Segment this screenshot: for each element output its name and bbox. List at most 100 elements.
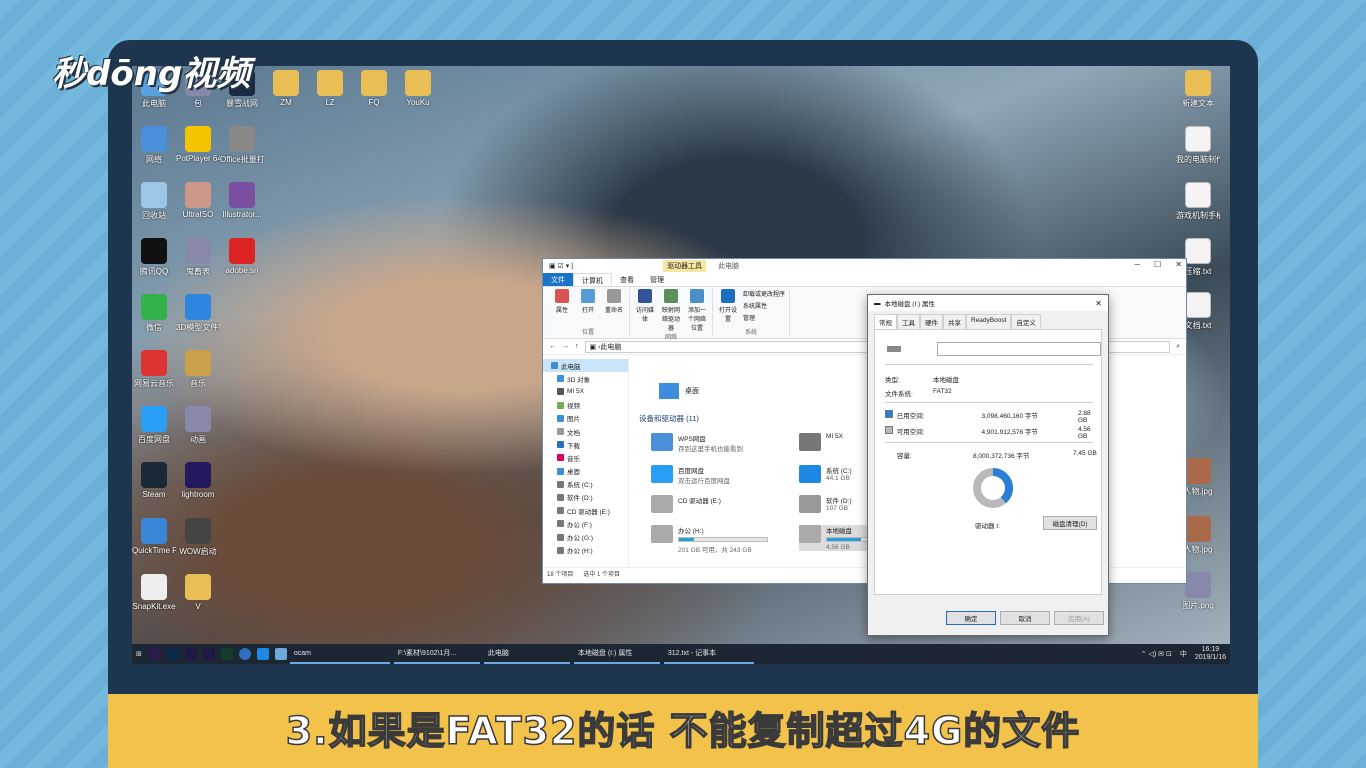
drive-item[interactable]: 软件 (D:) 107 GB <box>799 495 852 513</box>
start-button[interactable]: ⊞ <box>132 644 146 664</box>
taskbar-window-button[interactable]: 此电脑 <box>483 644 570 664</box>
desktop-icon-item[interactable]: UltraISO <box>176 182 220 219</box>
nav-item[interactable]: 办公 (H:) <box>543 544 628 557</box>
photoshop-icon[interactable] <box>166 648 179 660</box>
open-settings-button[interactable]: 打开设置 <box>717 289 739 323</box>
clock[interactable]: 16:19 2019/1/16 <box>1191 644 1230 664</box>
desktop-icon-item[interactable]: FQ <box>352 70 396 107</box>
system-properties-link[interactable]: 系统属性 <box>743 301 785 310</box>
desktop-icon-item[interactable]: 网易云音乐 <box>132 350 176 389</box>
desktop-icon-item[interactable]: 微信 <box>132 294 176 333</box>
desktop-icon-item[interactable]: lightroom <box>176 462 220 499</box>
browser-icon[interactable] <box>238 648 251 660</box>
ok-button[interactable]: 确定 <box>946 611 996 625</box>
properties-button[interactable]: 属性 <box>551 289 573 314</box>
desktop-icon-item[interactable]: 鬼畜表 <box>176 238 220 277</box>
input-language[interactable]: 中 <box>1176 644 1191 664</box>
desktop-icon-item[interactable]: QuickTime Player <box>132 518 176 555</box>
drive-item[interactable]: 办公 (H:) 201 GB 可用，共 243 GB <box>651 525 768 554</box>
desktop-icon-item[interactable]: adobe.sn <box>220 238 264 275</box>
nav-item[interactable]: 办公 (G:) <box>543 530 628 543</box>
open-button[interactable]: 打开 <box>577 289 599 314</box>
forward-icon[interactable]: → <box>562 343 569 350</box>
map-drive-button[interactable]: 映射网络驱动器 <box>660 289 682 332</box>
nav-item[interactable]: 系统 (C:) <box>543 478 628 491</box>
properties-tab[interactable]: 工具 <box>897 314 920 329</box>
nav-item[interactable]: CD 驱动器 (E:) <box>543 504 628 517</box>
after-effects-icon[interactable] <box>202 648 215 660</box>
nav-item[interactable]: 软件 (D:) <box>543 491 628 504</box>
tab-file[interactable]: 文件 <box>543 273 573 286</box>
tray-icons[interactable]: ⌃ ◁) ✉ ⊡ <box>1137 644 1176 664</box>
nav-item[interactable]: 视频 <box>543 399 628 412</box>
nav-item[interactable]: 3D 对象 <box>543 372 628 385</box>
properties-tab[interactable]: ReadyBoost <box>966 314 1012 329</box>
cancel-button[interactable]: 取消 <box>1000 611 1050 625</box>
quick-access-icons[interactable]: ▣ ☑ ▾ | <box>549 262 573 270</box>
properties-tab[interactable]: 自定义 <box>1011 314 1041 329</box>
desktop-icon-item[interactable]: 音乐 <box>176 350 220 389</box>
desktop-icon-item[interactable]: 3D模型文件转换器.exe <box>176 294 220 333</box>
drive-item[interactable]: CD 驱动器 (E:) <box>651 495 721 513</box>
tab-computer[interactable]: 计算机 <box>573 273 612 286</box>
properties-tab[interactable]: 硬件 <box>920 314 943 329</box>
nav-item[interactable]: 音乐 <box>543 451 628 464</box>
taskbar-window-button[interactable]: 312.txt - 记事本 <box>663 644 754 664</box>
app-icon[interactable] <box>274 648 287 660</box>
nav-item[interactable]: MI 5X <box>543 385 628 398</box>
drive-item[interactable]: WPS网盘 存到这里手机也能看到 <box>651 433 743 453</box>
properties-tab[interactable]: 常规 <box>874 314 897 329</box>
desktop-icon-item[interactable]: LZ <box>308 70 352 107</box>
back-icon[interactable]: ← <box>549 343 556 350</box>
desktop-icon-item[interactable]: Steam <box>132 462 176 499</box>
desktop-icon-item[interactable]: 百度网盘 <box>132 406 176 445</box>
edge-icon[interactable] <box>256 648 269 660</box>
nav-item[interactable]: 此电脑 <box>543 359 628 373</box>
disk-cleanup-button[interactable]: 磁盘清理(D) <box>1043 516 1097 530</box>
desktop-icon-item[interactable]: ZM <box>264 70 308 107</box>
nav-item[interactable]: 桌面 <box>543 465 628 478</box>
desktop-icon-item[interactable]: YouKu <box>396 70 440 107</box>
manage-link[interactable]: 管理 <box>743 313 785 322</box>
drive-item[interactable]: 百度网盘 双击运行百度网盘 <box>651 465 730 485</box>
up-icon[interactable]: ↑ <box>575 343 579 350</box>
desktop-icon-item[interactable]: SnapKit.exe <box>132 574 176 611</box>
maximize-button[interactable]: ☐ <box>1154 260 1161 269</box>
taskbar-window-button[interactable]: F:\素材\9102\1月... <box>393 644 480 664</box>
apply-button[interactable]: 应用(A) <box>1054 611 1104 625</box>
tab-manage[interactable]: 管理 <box>642 273 672 286</box>
desktop-icon-item[interactable]: 游戏机制手柄.txt <box>1176 182 1220 221</box>
minimize-button[interactable]: ─ <box>1134 260 1140 269</box>
taskbar-window-button[interactable]: 本地磁盘 (I:) 属性 <box>573 644 660 664</box>
desktop-icon-item[interactable]: 我的电脑制作更改值.txt <box>1176 126 1220 165</box>
search-icon[interactable]: ⌕ <box>1176 343 1180 351</box>
nav-item[interactable]: 办公 (F:) <box>543 517 628 530</box>
nav-item[interactable]: 文档 <box>543 425 628 438</box>
volume-name-input[interactable] <box>937 342 1101 356</box>
taskbar-window-button[interactable]: ocam <box>289 644 390 664</box>
audition-icon[interactable] <box>220 648 233 660</box>
desktop-icon-item[interactable]: WOW启动 <box>176 518 220 557</box>
properties-tab[interactable]: 共享 <box>943 314 966 329</box>
desktop-icon-item[interactable]: Office批量打印精灵.exe <box>220 126 264 165</box>
close-icon[interactable]: ✕ <box>1095 299 1102 308</box>
desktop-icon-item[interactable]: Illustrator... <box>220 182 264 219</box>
premiere-icon[interactable] <box>148 648 161 660</box>
desktop-icon-item[interactable]: 新建文本 <box>1176 70 1220 109</box>
desktop-icon-item[interactable]: V <box>176 574 220 611</box>
after-effects-icon[interactable] <box>184 648 197 660</box>
nav-item[interactable]: 下载 <box>543 438 628 451</box>
close-button[interactable]: ✕ <box>1175 260 1182 269</box>
desktop-icon-item[interactable]: 腾讯QQ <box>132 238 176 277</box>
add-network-location-button[interactable]: 添加一个网络位置 <box>686 289 708 332</box>
uninstall-program-link[interactable]: 卸载或更改程序 <box>743 289 785 298</box>
desktop-icon-item[interactable]: 回收站 <box>132 182 176 221</box>
drive-tools-context-tab[interactable]: 驱动器工具 <box>663 260 707 272</box>
drive-item[interactable]: MI 5X <box>799 433 843 451</box>
tab-view[interactable]: 查看 <box>612 273 642 286</box>
nav-item[interactable]: 图片 <box>543 412 628 425</box>
desktop-icon-item[interactable]: PotPlayer 64 bit <box>176 126 220 163</box>
desktop-icon-item[interactable]: 网络 <box>132 126 176 165</box>
access-media-button[interactable]: 访问媒体 <box>634 289 656 332</box>
drive-item[interactable]: 系统 (C:) 44.1 GB <box>799 465 852 483</box>
